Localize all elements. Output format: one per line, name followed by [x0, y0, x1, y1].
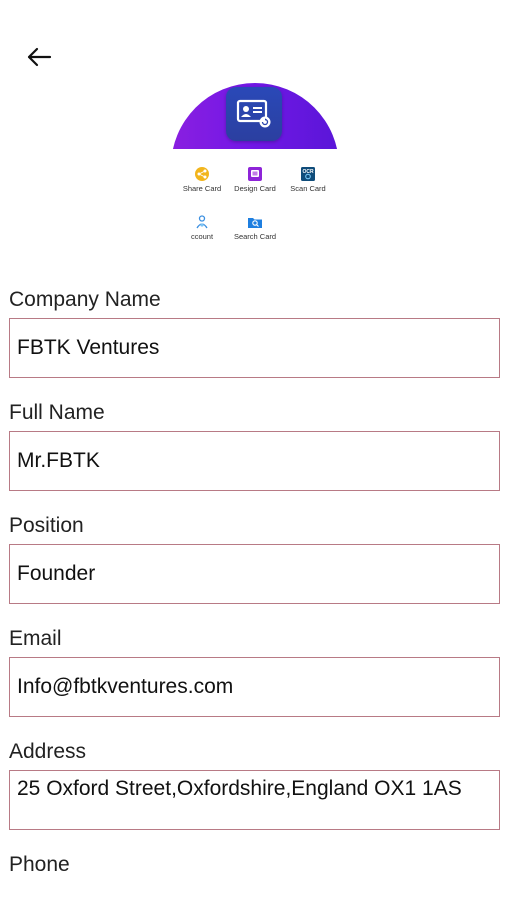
hero-banner — [171, 83, 339, 149]
address-label: Address — [9, 740, 87, 763]
app-logo-tile — [226, 87, 282, 141]
email-field[interactable]: Info@fbtkventures.com — [9, 657, 500, 717]
company-name-field[interactable]: FBTK Ventures — [9, 318, 500, 378]
full-name-field[interactable]: Mr.FBTK — [9, 431, 500, 491]
position-field[interactable]: Founder — [9, 544, 500, 604]
feature-scan-card[interactable]: OCR Scan Card — [282, 166, 334, 194]
feature-label: Search Card — [233, 232, 277, 241]
contact-card-icon — [236, 99, 271, 128]
search-card-icon — [248, 218, 262, 228]
email-label: Email — [9, 627, 62, 650]
design-icon — [248, 167, 262, 181]
feature-label: Share Card — [182, 184, 222, 193]
arrow-left-icon — [27, 47, 52, 67]
feature-design-card[interactable]: Design Card — [229, 166, 281, 194]
feature-label: Design Card — [234, 184, 276, 193]
feature-search-card[interactable]: Search Card — [229, 214, 281, 242]
feature-label: ccount — [190, 232, 214, 241]
feature-share-card[interactable]: Share Card — [176, 166, 228, 194]
address-field[interactable]: 25 Oxford Street,Oxfordshire,England OX1… — [9, 770, 500, 830]
account-icon — [196, 215, 208, 229]
full-name-label: Full Name — [9, 401, 105, 424]
ocr-scan-icon: OCR — [301, 167, 315, 181]
feature-label: Scan Card — [290, 184, 326, 193]
company-name-label: Company Name — [9, 288, 161, 311]
share-icon — [195, 167, 209, 181]
card-details-form: Company Name FBTK Ventures Full Name Mr.… — [9, 282, 500, 883]
feature-grid: Share Card Design Card OCR Scan Card cco… — [176, 164, 336, 254]
back-button[interactable] — [22, 40, 56, 74]
position-label: Position — [9, 514, 84, 537]
feature-account[interactable]: ccount — [176, 214, 228, 242]
phone-label: Phone — [9, 853, 70, 876]
